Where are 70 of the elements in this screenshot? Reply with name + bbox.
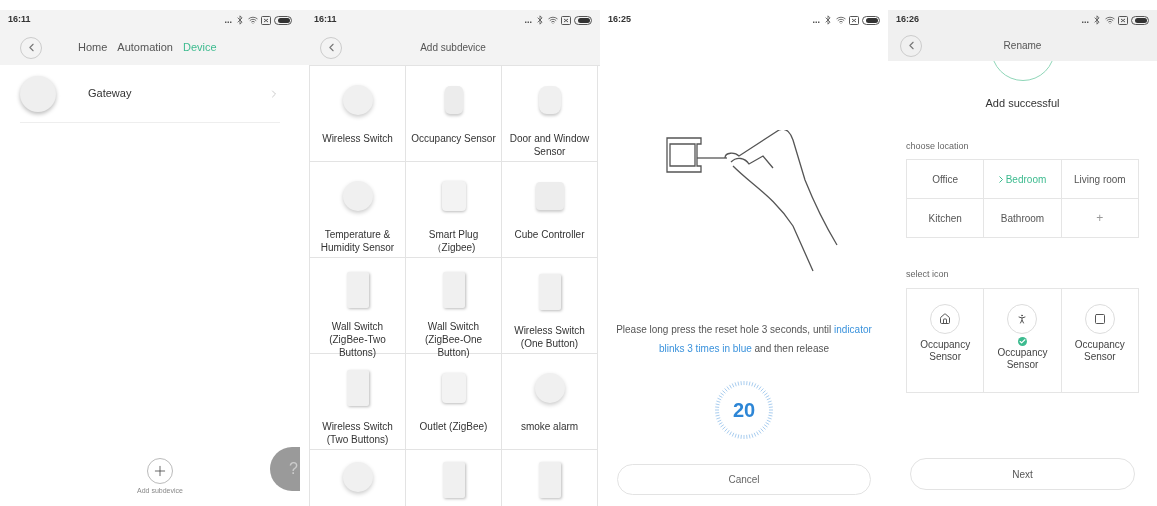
- location-option[interactable]: Bathroom: [984, 199, 1062, 238]
- device-type-tile[interactable]: Wireless Switch (One Button): [502, 258, 598, 354]
- wifi-icon: [1105, 15, 1115, 25]
- device-photo: [441, 373, 466, 403]
- device-type-tile[interactable]: smoke alarm: [502, 354, 598, 450]
- device-type-tile[interactable]: Wireless Switch: [310, 66, 406, 162]
- bluetooth-icon: [1092, 15, 1102, 25]
- sim-icon: [849, 15, 859, 25]
- device-photo: [444, 86, 463, 114]
- device-photo: [342, 462, 373, 492]
- device-type-tile[interactable]: Occupancy Sensor: [406, 66, 502, 162]
- battery-icon: [862, 15, 880, 25]
- battery-icon: [1131, 15, 1149, 25]
- wifi-icon: [248, 15, 258, 25]
- device-photo: [346, 272, 369, 308]
- device-row[interactable]: Gateway: [20, 65, 280, 123]
- status-more: ...: [224, 15, 232, 25]
- section-label: select icon: [906, 268, 950, 281]
- device-type-tile[interactable]: Smart Plug（Zigbee): [406, 162, 502, 258]
- device-photo: [538, 274, 561, 310]
- tab[interactable]: Automation: [117, 39, 173, 56]
- chevron-icon: [998, 175, 1003, 183]
- status-more: ...: [1081, 15, 1089, 25]
- section-label: choose location: [906, 139, 970, 153]
- success-message: Add successful: [985, 96, 1060, 111]
- icon-option[interactable]: Occupancy Sensor: [984, 288, 1062, 393]
- status-time: 16:11: [314, 13, 337, 27]
- device-photo: [442, 272, 465, 308]
- device-photo: [538, 86, 561, 114]
- battery-icon: [574, 15, 592, 25]
- device-photo: [20, 75, 56, 112]
- status-time: 16:25: [608, 13, 632, 27]
- device-type-tile[interactable]: Door and Window Sensor: [502, 66, 598, 162]
- device-photo: [534, 373, 565, 403]
- device-photo: [441, 181, 466, 211]
- bluetooth-icon: [535, 15, 545, 25]
- sim-icon: [561, 15, 571, 25]
- screen-title: Rename: [1002, 39, 1043, 53]
- wifi-icon: [836, 15, 846, 25]
- device-photo: [342, 85, 373, 115]
- bluetooth-icon: [235, 15, 245, 25]
- device-photo: [442, 462, 465, 498]
- device-name: Gateway: [88, 86, 133, 102]
- device-photo: [346, 370, 369, 406]
- device-photo: [342, 181, 373, 211]
- location-option[interactable]: Office: [907, 160, 985, 199]
- wifi-icon: [548, 15, 558, 25]
- device-photo: [535, 182, 564, 210]
- bluetooth-icon: [823, 15, 833, 25]
- countdown-ring: [714, 380, 774, 440]
- device-type-tile[interactable]: Temperature & Humidity Sensor: [310, 162, 406, 258]
- house-icon: [939, 312, 952, 325]
- tab[interactable]: Home: [78, 39, 108, 56]
- status-more: ...: [524, 15, 532, 25]
- countdown-number: 20: [732, 400, 756, 420]
- status-time: 16:26: [896, 13, 920, 27]
- device-photo: [538, 462, 561, 498]
- icon-option[interactable]: Occupancy Sensor: [907, 288, 985, 393]
- device-type-tile[interactable]: Cube Controller: [502, 162, 598, 258]
- instruction-text: Please long press the reset hole 3 seconds, until indicator blinks 3 times in blue and then release: [615, 323, 873, 356]
- battery-icon: [274, 15, 292, 25]
- sim-icon: [1118, 15, 1128, 25]
- icon-option[interactable]: Occupancy Sensor: [1061, 288, 1139, 393]
- square-icon: [1093, 312, 1106, 325]
- screen-title: Add subdevice: [419, 41, 487, 55]
- sim-icon: [261, 15, 271, 25]
- status-time: 16:11: [8, 13, 31, 27]
- status-more: ...: [812, 15, 820, 25]
- location-option[interactable]: Living room: [1061, 160, 1139, 199]
- location-option[interactable]: Kitchen: [907, 199, 985, 238]
